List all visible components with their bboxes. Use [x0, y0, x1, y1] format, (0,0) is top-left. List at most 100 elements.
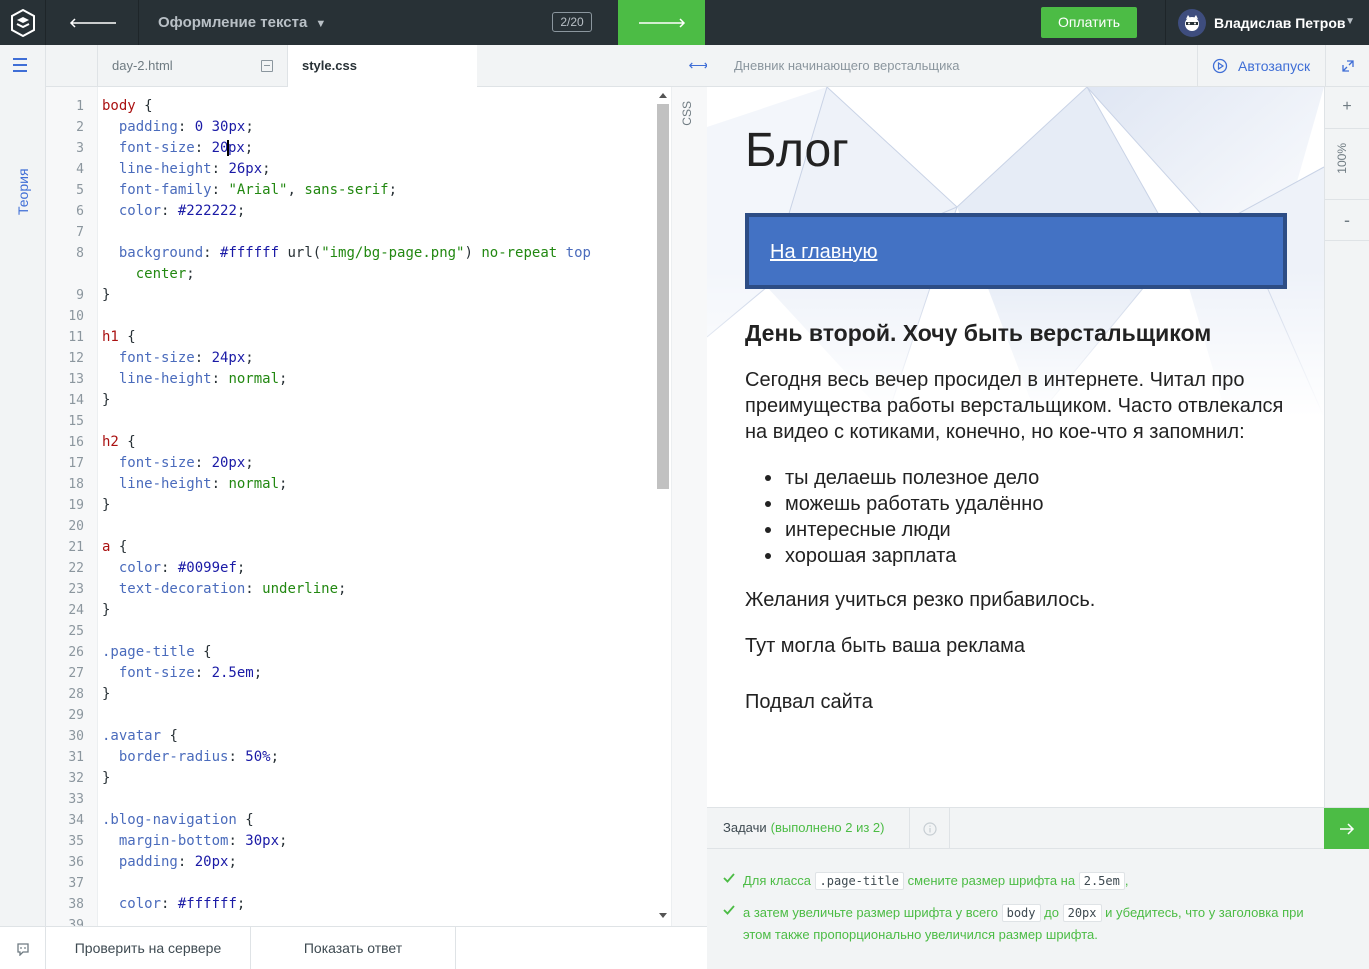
info-button[interactable]: [910, 808, 950, 849]
scroll-down-icon[interactable]: [659, 913, 667, 918]
code-line[interactable]: 20: [68, 516, 658, 537]
code-line[interactable]: 9}: [76, 285, 658, 306]
course-title-dropdown[interactable]: Оформление текста ▼: [158, 0, 326, 45]
code-line[interactable]: 22 color: #0099ef;: [68, 558, 658, 579]
code-line[interactable]: 19}: [68, 495, 658, 516]
code-line[interactable]: 25: [68, 621, 658, 642]
code-text[interactable]: margin-bottom: 30px;: [102, 831, 288, 852]
code-line[interactable]: 30 .avatar {: [68, 726, 658, 747]
code-line[interactable]: 5 font-family: "Arial", sans-serif;: [76, 180, 658, 201]
code-line[interactable]: 27 font-size: 2.5em;: [68, 663, 658, 684]
tab-day-2-html[interactable]: day-2.html: [98, 45, 288, 87]
code-line[interactable]: 37: [68, 873, 658, 894]
back-arrow-button[interactable]: [47, 0, 139, 45]
code-line[interactable]: 12 font-size: 24px;: [68, 348, 658, 369]
code-text[interactable]: font-size: 24px;: [102, 348, 254, 369]
next-step-button[interactable]: [618, 0, 705, 45]
code-line[interactable]: 8 background: #ffffff url("img/bg-page.p…: [76, 243, 658, 264]
code-line[interactable]: 21 a {: [68, 537, 658, 558]
code-text[interactable]: color: #0099ef;: [102, 558, 245, 579]
code-text[interactable]: }: [102, 390, 110, 411]
code-line[interactable]: 28}: [68, 684, 658, 705]
code-text[interactable]: line-height: normal;: [102, 474, 288, 495]
feedback-button[interactable]: [0, 927, 46, 969]
code-line[interactable]: 4 line-height: 26px;: [76, 159, 658, 180]
zoom-in-button[interactable]: +: [1325, 87, 1369, 129]
code-text[interactable]: center;: [102, 264, 195, 285]
code-line[interactable]: 17 font-size: 20px;: [68, 453, 658, 474]
code-text[interactable]: border-radius: 50%;: [102, 747, 279, 768]
code-line[interactable]: 29: [68, 705, 658, 726]
code-text[interactable]: font-size: 2.5em;: [102, 663, 262, 684]
code-editor[interactable]: 1 body {2 padding: 0 30px; 3 font-size: 20…: [46, 87, 671, 926]
resize-handle[interactable]: ⟷: [688, 45, 709, 87]
editor-scrollbar[interactable]: [655, 87, 671, 926]
code-text[interactable]: h2 {: [102, 432, 136, 453]
scroll-thumb[interactable]: [657, 104, 669, 489]
code-line[interactable]: 3 font-size: 20px;: [76, 138, 658, 159]
code-line[interactable]: 23 text-decoration: underline;: [68, 579, 658, 600]
code-line[interactable]: 1 body {: [76, 96, 658, 117]
code-text[interactable]: color: #222222;: [102, 201, 245, 222]
code-line[interactable]: 39: [68, 915, 658, 926]
code-line[interactable]: 36 padding: 20px;: [68, 852, 658, 873]
code-text[interactable]: background: #ffffff url("img/bg-page.png…: [102, 243, 591, 264]
tab-style-css[interactable]: style.css: [288, 45, 477, 88]
home-link[interactable]: На главную: [770, 241, 877, 264]
next-task-button[interactable]: [1324, 808, 1369, 849]
code-text[interactable]: font-size: 20px;: [102, 453, 254, 474]
code-text[interactable]: }: [102, 684, 110, 705]
code-text[interactable]: padding: 0 30px;: [102, 117, 254, 138]
code-line[interactable]: 10: [68, 306, 658, 327]
code-text[interactable]: padding: 20px;: [102, 852, 237, 873]
code-text[interactable]: font-family: "Arial", sans-serif;: [102, 180, 397, 201]
code-line[interactable]: 18 line-height: normal;: [68, 474, 658, 495]
code-line[interactable]: 32}: [68, 768, 658, 789]
code-text[interactable]: text-decoration: underline;: [102, 579, 347, 600]
code-line[interactable]: 34 .blog-navigation {: [68, 810, 658, 831]
autorun-toggle[interactable]: Автозапуск: [1197, 45, 1325, 87]
code-line[interactable]: 11 h1 {: [68, 327, 658, 348]
code-text[interactable]: .blog-navigation {: [102, 810, 254, 831]
code-line[interactable]: 14}: [68, 390, 658, 411]
fullscreen-button[interactable]: [1325, 45, 1369, 87]
show-answer-button[interactable]: Показать ответ: [251, 927, 456, 969]
code-line[interactable]: 13 line-height: normal;: [68, 369, 658, 390]
collapse-icon[interactable]: [261, 60, 273, 72]
code-text[interactable]: line-height: normal;: [102, 369, 288, 390]
code-text[interactable]: }: [102, 495, 110, 516]
code-line[interactable]: 26 .page-title {: [68, 642, 658, 663]
code-line[interactable]: 33: [68, 789, 658, 810]
code-line[interactable]: 6 color: #222222;: [76, 201, 658, 222]
htmlacademy-logo-icon[interactable]: [0, 0, 46, 45]
code-text[interactable]: .avatar {: [102, 726, 178, 747]
code-text[interactable]: body {: [102, 96, 153, 117]
code-line[interactable]: 24}: [68, 600, 658, 621]
code-line[interactable]: center;: [98, 264, 658, 285]
pay-button[interactable]: Оплатить: [1041, 7, 1137, 38]
code-area[interactable]: 1 body {2 padding: 0 30px; 3 font-size: 20…: [68, 96, 658, 926]
code-line[interactable]: 7: [76, 222, 658, 243]
tasks-tab[interactable]: Задачи (выполнено 2 из 2): [707, 808, 910, 849]
code-text[interactable]: }: [102, 285, 110, 306]
code-text[interactable]: a {: [102, 537, 127, 558]
code-text[interactable]: line-height: 26px;: [102, 159, 271, 180]
scroll-up-icon[interactable]: [659, 93, 667, 98]
code-text[interactable]: color: #ffffff;: [102, 894, 245, 915]
check-on-server-button[interactable]: Проверить на сервере: [46, 927, 251, 969]
zoom-out-button[interactable]: -: [1325, 199, 1369, 241]
code-line[interactable]: 35 margin-bottom: 30px;: [68, 831, 658, 852]
code-line[interactable]: 16 h2 {: [68, 432, 658, 453]
menu-icon[interactable]: [13, 58, 33, 74]
code-text[interactable]: .page-title {: [102, 642, 212, 663]
code-line[interactable]: 38 color: #ffffff;: [68, 894, 658, 915]
user-menu[interactable]: Владислав Петров ▼: [1165, 0, 1369, 45]
code-text[interactable]: }: [102, 768, 110, 789]
code-line[interactable]: 2 padding: 0 30px;: [76, 117, 658, 138]
code-text[interactable]: }: [102, 600, 110, 621]
code-line[interactable]: 31 border-radius: 50%;: [68, 747, 658, 768]
code-text[interactable]: font-size: 20px;: [102, 138, 253, 159]
code-line[interactable]: 15: [68, 411, 658, 432]
code-text[interactable]: h1 {: [102, 327, 136, 348]
theory-toggle[interactable]: Теория: [8, 155, 38, 215]
